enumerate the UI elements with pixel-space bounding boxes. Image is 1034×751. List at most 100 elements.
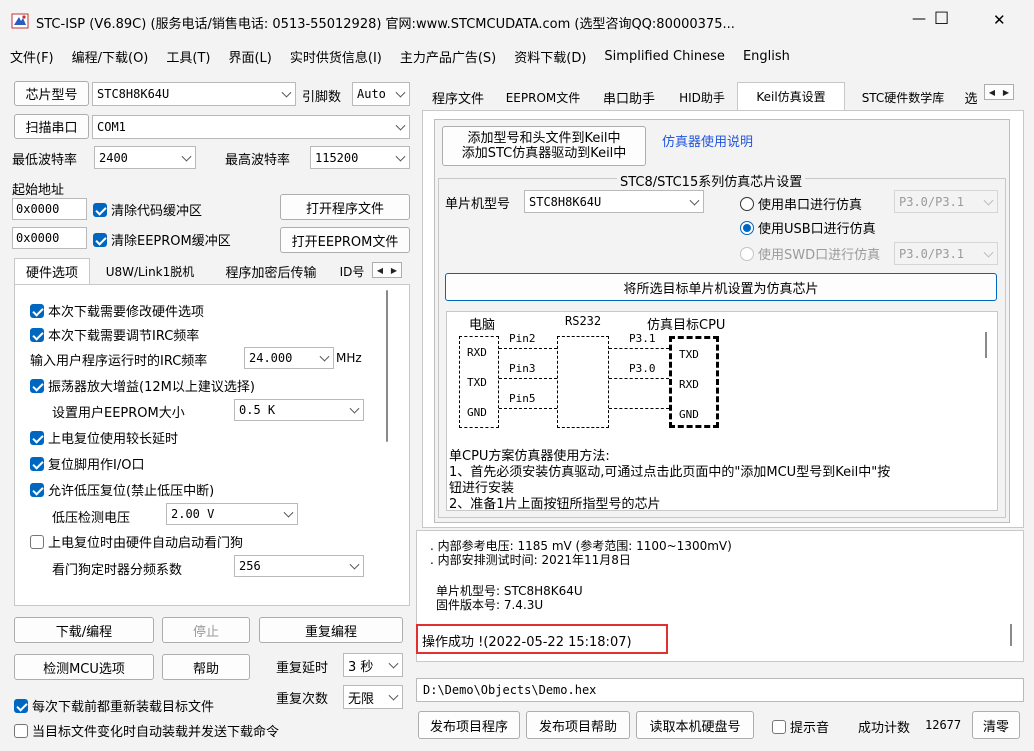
min-baud-select[interactable]: 2400 [94,146,196,169]
opt-low-voltage-reset[interactable]: 允许低压复位(禁止低压中断) [30,480,214,499]
read-disk-id-button[interactable]: 读取本机硬盘号 [636,711,754,739]
options-scrollbar[interactable] [386,290,388,442]
diagram-pin2: Pin2 [509,332,536,345]
file-path-field[interactable]: D:\Demo\Objects\Demo.hex [416,678,1024,702]
watchdog-divider-select[interactable]: 256 [234,555,364,577]
instructions-box: 电脑 RS232 仿真目标CPU RXD TXD GND TXD RXD GND… [446,311,998,511]
tab-program-file[interactable]: 程序文件 [422,84,494,110]
menu-lang-zh[interactable]: Simplified Chinese [604,49,725,64]
stop-button[interactable]: 停止 [162,617,250,643]
tab-u8w-offline[interactable]: U8W/Link1脱机 [92,258,208,284]
eeprom-size-select[interactable]: 0.5 K [234,399,364,421]
left-tab-scroll[interactable]: ◀ ▶ [372,262,402,278]
chip-model-button[interactable]: 芯片型号 [14,81,89,106]
opt-adjust-irc[interactable]: 本次下载需要调节IRC频率 [30,325,199,344]
mcu-model-label: 单片机型号 [445,197,511,212]
max-baud-label: 最高波特率 [225,153,291,168]
eeprom-size-label: 设置用户EEPROM大小 [52,406,185,421]
min-baud-label: 最低波特率 [12,153,78,168]
radio-serial-emulation[interactable]: 使用串口进行仿真 [740,194,862,213]
menu-ads[interactable]: 主力产品广告(S) [400,47,496,66]
instructions-scrollbar[interactable] [985,332,987,358]
help-button[interactable]: 帮助 [162,654,250,680]
opt-long-reset-delay[interactable]: 上电复位使用较长延时 [30,428,178,447]
diagram-p31: P3.1 [629,332,656,345]
set-emulation-chip-button[interactable]: 将所选目标单片机设置为仿真芯片 [445,273,997,301]
tip-sound-checkbox[interactable]: 提示音 [772,717,829,736]
opt-oscillator-gain[interactable]: 振荡器放大增益(12M以上建议选择) [30,376,255,395]
eeprom-address-input[interactable]: 0x0000 [12,227,87,249]
open-program-file-button[interactable]: 打开程序文件 [280,194,410,220]
swd-pins-select[interactable]: P3.0/P3.1 [894,242,998,265]
diagram-target-label: 仿真目标CPU [647,318,726,333]
repeat-count-select[interactable]: 无限 [343,685,403,709]
diagram-rs232-box [557,336,609,428]
repeat-delay-select[interactable]: 3 秒 [343,653,403,677]
menu-interface[interactable]: 界面(L) [228,47,271,66]
opt-reset-pin-io[interactable]: 复位脚用作I/O口 [30,454,144,473]
clear-eeprom-checkbox[interactable]: 清除EEPROM缓冲区 [93,230,231,249]
opt-auto-watchdog[interactable]: 上电复位时由硬件自动启动看门狗 [30,532,243,551]
port-select[interactable]: COM1 [92,115,410,139]
close-icon[interactable]: ✕ [993,11,1006,29]
clear-count-button[interactable]: 清零 [972,711,1020,739]
diagram-pc-txd: TXD [467,376,487,389]
radio-swd-emulation[interactable]: 使用SWD口进行仿真 [740,244,880,263]
serial-pins-select[interactable]: P3.0/P3.1 [894,190,998,213]
tab-more[interactable]: 选 [960,84,982,110]
menu-downloads[interactable]: 资料下载(D) [514,47,586,66]
emulator-manual-link[interactable]: 仿真器使用说明 [662,131,753,150]
publish-program-button[interactable]: 发布项目程序 [418,711,520,739]
irc-frequency-select[interactable]: 24.000 [244,347,334,369]
pins-select[interactable]: Auto [352,82,410,106]
tab-keil-emulation[interactable]: Keil仿真设置 [737,82,845,110]
tab-eeprom-file[interactable]: EEPROM文件 [498,84,588,110]
diagram-pin5: Pin5 [509,392,536,405]
minimize-icon[interactable]: — [912,11,926,27]
instructions-line-2: 1、首先必须安装仿真驱动,可通过点击此页面中的"添加MCU型号到Keil中"按 [449,465,891,480]
auto-reload-checkbox[interactable]: 当目标文件变化时自动装载并发送下载命令 [14,721,279,740]
menu-lang-en[interactable]: English [743,49,790,64]
mcu-model-select[interactable]: STC8H8K64U [524,190,704,213]
instructions-line-3: 钮进行安装 [449,481,515,496]
low-voltage-select[interactable]: 2.00 V [166,503,298,525]
log-line-2: . 内部安排测试时间: 2021年11月8日 [430,553,631,567]
scan-port-button[interactable]: 扫描串口 [14,114,89,139]
maximize-icon[interactable]: ☐ [934,9,949,29]
add-to-keil-button[interactable]: 添加型号和头文件到Keil中 添加STC仿真器驱动到Keil中 [442,126,646,166]
radio-usb-emulation[interactable]: 使用USB口进行仿真 [740,218,876,237]
tab-hid-assistant[interactable]: HID助手 [670,84,734,110]
check-mcu-button[interactable]: 检测MCU选项 [14,654,154,680]
right-tab-scroll[interactable]: ◀ ▶ [984,84,1014,100]
log-scrollbar[interactable] [1010,624,1012,646]
menu-supply[interactable]: 实时供货信息(I) [290,47,382,66]
chevron-right-icon[interactable]: ▶ [387,263,401,277]
open-eeprom-file-button[interactable]: 打开EEPROM文件 [280,227,410,253]
reload-before-download-checkbox[interactable]: 每次下载前都重新装载目标文件 [14,696,214,715]
clear-code-checkbox[interactable]: 清除代码缓冲区 [93,200,202,219]
diagram-pc-label: 电脑 [469,318,496,333]
menu-program[interactable]: 编程/下载(O) [72,47,149,66]
repeat-program-button[interactable]: 重复编程 [259,617,403,643]
diagram-cpu-txd: TXD [679,348,699,361]
tab-serial-assistant[interactable]: 串口助手 [592,84,666,110]
chip-model-select[interactable]: STC8H8K64U [92,82,296,106]
tab-stc-math-lib[interactable]: STC硬件数学库 [848,84,958,110]
max-baud-select[interactable]: 115200 [310,146,410,169]
menu-tools[interactable]: 工具(T) [166,47,210,66]
chevron-left-icon[interactable]: ◀ [985,85,999,99]
chevron-left-icon[interactable]: ◀ [373,263,387,277]
chevron-right-icon[interactable]: ▶ [999,85,1013,99]
tab-encrypted-transfer[interactable]: 程序加密后传输 [210,258,332,284]
log-line-1: . 内部参考电压: 1185 mV (参考范围: 1100~1300mV) [430,539,732,553]
download-program-button[interactable]: 下载/编程 [14,617,154,643]
diagram-wire [499,378,557,379]
window-title: STC-ISP (V6.89C) (服务电话/销售电话: 0513-550129… [36,17,735,32]
tab-id[interactable]: ID号 [334,258,370,284]
log-line-3: 单片机型号: STC8H8K64U [436,584,583,598]
menu-file[interactable]: 文件(F) [10,47,54,66]
code-address-input[interactable]: 0x0000 [12,198,87,220]
publish-help-button[interactable]: 发布项目帮助 [526,711,630,739]
tab-hardware-options[interactable]: 硬件选项 [14,258,90,284]
opt-modify-hardware[interactable]: 本次下载需要修改硬件选项 [30,301,204,320]
